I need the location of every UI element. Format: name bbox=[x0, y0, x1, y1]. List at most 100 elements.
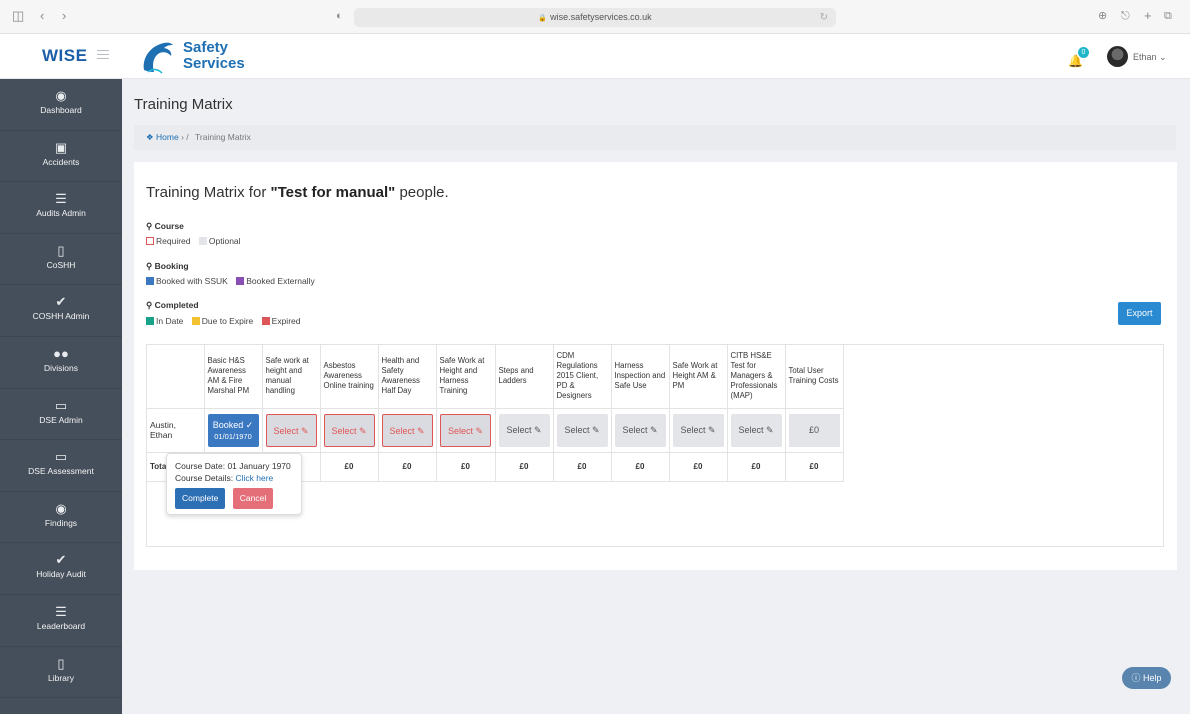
table-header-row: Basic H&S Awareness AM & Fire Marshal PM… bbox=[147, 345, 844, 409]
matrix-cell: Select ✎ bbox=[611, 408, 670, 453]
complete-button[interactable]: Complete bbox=[175, 488, 226, 509]
back-icon[interactable]: ‹ bbox=[40, 9, 44, 23]
matrix-cell: Select ✎ bbox=[378, 408, 437, 453]
due-to-expire-swatch bbox=[191, 317, 200, 325]
matrix-heading: Training Matrix for "Test for manual" pe… bbox=[146, 184, 449, 201]
name-column-header bbox=[147, 345, 205, 409]
booked-ssuk-swatch bbox=[146, 277, 154, 285]
check-icon: ✔ bbox=[55, 294, 67, 310]
key-icon: ⚲ bbox=[146, 300, 153, 310]
total-cell: £0 bbox=[669, 452, 728, 482]
check-circle-icon: ✓ bbox=[245, 419, 254, 430]
matrix-cell: Select ✎ bbox=[436, 408, 496, 453]
booked-course-button[interactable]: Booked ✓ 01/01/1970 bbox=[207, 413, 259, 447]
edit-icon: ✎ bbox=[475, 425, 484, 436]
total-cell: £0 bbox=[553, 452, 612, 482]
sidebar-item-holiday-audit[interactable]: ✔ Holiday Audit bbox=[0, 543, 122, 595]
user-menu[interactable]: Ethan ⌄ bbox=[1133, 52, 1167, 63]
legend-booking: Booked with SSUK Booked Externally bbox=[146, 276, 319, 286]
edit-icon: ✎ bbox=[707, 424, 716, 435]
column-header: Safe Work at Height AM & PM bbox=[669, 345, 728, 409]
select-course-button[interactable]: Select ✎ bbox=[556, 413, 608, 447]
user-name-cell: Austin, Ethan bbox=[147, 408, 205, 453]
matrix-cell: Booked ✓ 01/01/1970 bbox=[204, 408, 263, 453]
tabs-overview-icon[interactable]: ⧉ bbox=[1164, 9, 1172, 23]
sidebar-item-leaderboard[interactable]: ☰ Leaderboard bbox=[0, 595, 122, 647]
legend-completed-title: ⚲ Completed bbox=[146, 300, 199, 310]
monitor-icon: ▭ bbox=[54, 449, 68, 465]
sidebar-item-divisions[interactable]: ●● Divisions bbox=[0, 337, 122, 389]
course-popover: Course Date: 01 January 1970 Course Deta… bbox=[166, 453, 302, 515]
reload-icon[interactable]: ↻ bbox=[820, 8, 828, 27]
sidebar-item-accidents[interactable]: ▣ Accidents bbox=[0, 131, 122, 183]
sidebar-item-dse-admin[interactable]: ▭ DSE Admin bbox=[0, 389, 122, 441]
address-bar[interactable]: 🔒 wise.safetyservices.co.uk ↻ bbox=[354, 8, 836, 27]
browser-toolbar: ◫ ‹ › ◐ 🔒 wise.safetyservices.co.uk ↻ ⊕ ⎋… bbox=[0, 0, 1190, 34]
chevron-down-icon: ⌄ bbox=[1159, 52, 1167, 62]
share-icon[interactable]: ⎋ bbox=[1121, 9, 1130, 23]
key-icon: ⚲ bbox=[146, 261, 153, 271]
edit-icon: ✎ bbox=[358, 425, 367, 436]
breadcrumb: ❖ Home › / Training Matrix bbox=[134, 125, 1176, 150]
total-cell: £0 bbox=[320, 452, 379, 482]
total-cell: £0 bbox=[785, 452, 844, 482]
page-title: Training Matrix bbox=[134, 96, 233, 113]
column-header: Total User Training Costs bbox=[785, 345, 844, 409]
sidebar-item-library[interactable]: ▯ Library bbox=[0, 647, 122, 699]
sidebar-toggle-icon[interactable]: ◫ bbox=[12, 9, 24, 23]
matrix-cell: Select ✎ bbox=[669, 408, 728, 453]
help-button[interactable]: ⓘ Help bbox=[1122, 667, 1171, 689]
help-icon: ⓘ bbox=[1131, 673, 1141, 683]
select-course-button[interactable]: Select ✎ bbox=[323, 413, 375, 447]
select-course-button[interactable]: Select ✎ bbox=[614, 413, 666, 447]
new-tab-icon[interactable]: + bbox=[1144, 9, 1152, 23]
sidebar-item-findings[interactable]: ◉ Findings bbox=[0, 492, 122, 544]
total-cell: £0 bbox=[436, 452, 496, 482]
sidebar-item-dse-assessment[interactable]: ▭ DSE Assessment bbox=[0, 440, 122, 492]
course-date: Course Date: 01 January 1970 bbox=[175, 461, 291, 471]
sidebar-item-audits-admin[interactable]: ☰ Audits Admin bbox=[0, 182, 122, 234]
select-course-button[interactable]: Select ✎ bbox=[440, 413, 491, 447]
course-details: Course Details: Click here bbox=[175, 473, 274, 483]
brand-name: Safety Services bbox=[183, 39, 245, 72]
avatar[interactable] bbox=[1107, 46, 1128, 67]
column-header: Steps and Ladders bbox=[495, 345, 554, 409]
home-icon: ❖ bbox=[146, 132, 154, 142]
column-header: CITB HS&E Test for Managers & Profession… bbox=[727, 345, 786, 409]
monitor-icon: ▭ bbox=[54, 397, 68, 413]
users-icon: ●● bbox=[53, 345, 69, 361]
select-course-button[interactable]: Select ✎ bbox=[730, 413, 782, 447]
cancel-button[interactable]: Cancel bbox=[232, 488, 274, 509]
select-course-button[interactable]: Select ✎ bbox=[265, 413, 317, 447]
safety-services-logo: Safety Services bbox=[138, 38, 278, 76]
breadcrumb-current: Training Matrix bbox=[195, 132, 251, 142]
select-course-button[interactable]: Select ✎ bbox=[672, 413, 724, 447]
dashboard-icon: ◉ bbox=[55, 88, 67, 103]
booked-external-swatch bbox=[236, 277, 245, 285]
total-cell: £0 bbox=[378, 452, 437, 482]
matrix-cell: Select ✎ bbox=[727, 408, 786, 453]
forward-icon[interactable]: › bbox=[62, 9, 66, 23]
edit-icon: ✎ bbox=[649, 424, 658, 435]
breadcrumb-home[interactable]: ❖ Home bbox=[146, 132, 179, 142]
select-course-button[interactable]: Select ✎ bbox=[381, 413, 433, 447]
select-course-button[interactable]: Select ✎ bbox=[498, 413, 550, 447]
course-details-link[interactable]: Click here bbox=[235, 473, 273, 483]
total-cell: £0 bbox=[495, 452, 554, 482]
list-icon: ☰ bbox=[55, 191, 67, 207]
column-header: Harness Inspection and Safe Use bbox=[611, 345, 670, 409]
download-icon[interactable]: ⊕ bbox=[1098, 9, 1107, 23]
column-header: Safe Work at Height and Harness Training bbox=[436, 345, 496, 409]
shield-icon[interactable]: ◐ bbox=[336, 9, 343, 23]
total-cell: £0 bbox=[727, 452, 786, 482]
export-button[interactable]: Export bbox=[1118, 302, 1161, 325]
edit-icon: ✎ bbox=[533, 424, 542, 435]
sidebar-item-dashboard[interactable]: ◉ Dashboard bbox=[0, 79, 122, 131]
wise-logo[interactable]: WISE bbox=[42, 46, 87, 66]
sidebar-item-coshh-admin[interactable]: ✔ COSHH Admin bbox=[0, 285, 122, 337]
column-header: CDM Regulations 2015 Client, PD & Design… bbox=[553, 345, 612, 409]
menu-toggle-icon[interactable] bbox=[97, 50, 109, 62]
matrix-table-container: Basic H&S Awareness AM & Fire Marshal PM… bbox=[146, 344, 1164, 547]
sidebar-item-coshh[interactable]: ▯ CoSHH bbox=[0, 234, 122, 286]
column-header: Basic H&S Awareness AM & Fire Marshal PM bbox=[204, 345, 263, 409]
